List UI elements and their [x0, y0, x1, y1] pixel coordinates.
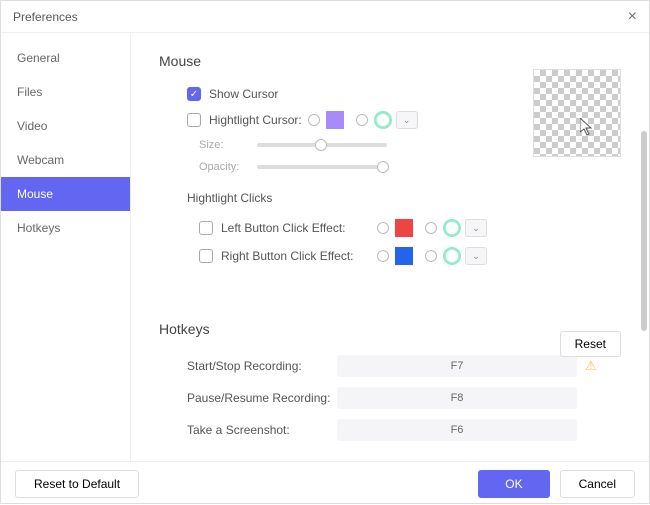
hotkey-pause-label: Pause/Resume Recording: — [187, 391, 337, 405]
warning-icon: ⚠ — [585, 358, 597, 374]
opacity-slider[interactable] — [257, 165, 387, 169]
window-title: Preferences — [13, 10, 78, 24]
size-slider[interactable] — [257, 143, 387, 147]
cursor-icon — [580, 118, 596, 136]
show-cursor-checkbox[interactable]: ✓ — [187, 87, 201, 101]
left-click-dropdown[interactable]: ⌄ — [465, 219, 487, 237]
opacity-label: Opacity: — [199, 161, 247, 173]
sidebar-item-mouse[interactable]: Mouse — [1, 177, 130, 211]
right-click-swatch[interactable] — [395, 247, 413, 265]
highlight-ring-radio[interactable] — [356, 114, 368, 126]
hotkey-start-field[interactable]: F7 — [337, 355, 577, 377]
content-panel: Mouse ✓ Show Cursor Hightlight Cursor: ⌄… — [131, 33, 649, 461]
opacity-slider-thumb[interactable] — [377, 161, 389, 173]
close-icon[interactable]: × — [628, 8, 637, 26]
mouse-section-title: Mouse — [159, 53, 621, 69]
highlight-ring-dropdown[interactable]: ⌄ — [396, 111, 418, 129]
hotkey-start-label: Start/Stop Recording: — [187, 359, 337, 373]
highlight-cursor-checkbox[interactable] — [187, 113, 201, 127]
right-click-checkbox[interactable] — [199, 249, 213, 263]
highlight-solid-swatch[interactable] — [326, 111, 344, 129]
highlight-ring-swatch[interactable] — [374, 111, 392, 129]
sidebar: General Files Video Webcam Mouse Hotkeys — [1, 33, 131, 461]
highlight-solid-radio[interactable] — [308, 114, 320, 126]
highlight-clicks-title: Hightlight Clicks — [187, 191, 621, 205]
size-slider-thumb[interactable] — [315, 139, 327, 151]
sidebar-item-general[interactable]: General — [1, 41, 130, 75]
hotkeys-section-title: Hotkeys — [159, 321, 621, 337]
cancel-button[interactable]: Cancel — [560, 470, 635, 498]
left-click-checkbox[interactable] — [199, 221, 213, 235]
left-click-ring-radio[interactable] — [425, 222, 437, 234]
show-cursor-label: Show Cursor — [209, 87, 278, 101]
right-click-ring-radio[interactable] — [425, 250, 437, 262]
cursor-preview — [533, 69, 621, 157]
left-click-solid-radio[interactable] — [377, 222, 389, 234]
right-click-ring-swatch[interactable] — [443, 247, 461, 265]
ok-button[interactable]: OK — [478, 470, 549, 498]
size-label: Size: — [199, 139, 247, 151]
scrollbar-thumb[interactable] — [641, 131, 647, 331]
hotkey-screenshot-field[interactable]: F6 — [337, 419, 577, 441]
left-click-swatch[interactable] — [395, 219, 413, 237]
right-click-solid-radio[interactable] — [377, 250, 389, 262]
highlight-cursor-label: Hightlight Cursor: — [209, 113, 302, 127]
right-click-label: Right Button Click Effect: — [221, 249, 371, 263]
scrollbar[interactable] — [641, 41, 647, 461]
hotkey-pause-field[interactable]: F8 — [337, 387, 577, 409]
sidebar-item-hotkeys[interactable]: Hotkeys — [1, 211, 130, 245]
reset-button[interactable]: Reset — [560, 331, 621, 357]
hotkey-screenshot-label: Take a Screenshot: — [187, 423, 337, 437]
sidebar-item-files[interactable]: Files — [1, 75, 130, 109]
right-click-dropdown[interactable]: ⌄ — [465, 247, 487, 265]
reset-default-button[interactable]: Reset to Default — [15, 470, 139, 498]
sidebar-item-video[interactable]: Video — [1, 109, 130, 143]
sidebar-item-webcam[interactable]: Webcam — [1, 143, 130, 177]
left-click-label: Left Button Click Effect: — [221, 221, 371, 235]
left-click-ring-swatch[interactable] — [443, 219, 461, 237]
